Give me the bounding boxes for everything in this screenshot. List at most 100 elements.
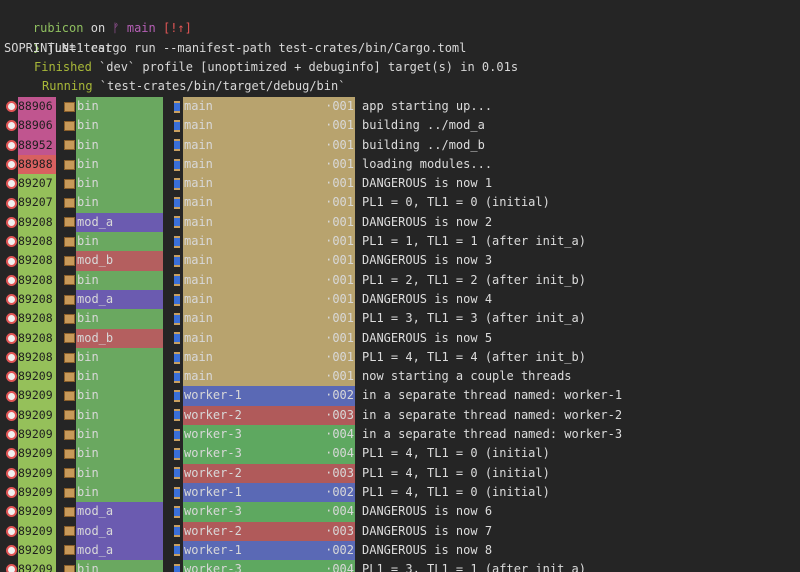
cargo-finished-line: Finished `dev` profile [unoptimized + de… xyxy=(34,58,518,77)
timestamp: 89209 xyxy=(18,560,56,572)
alarm-clock-icon xyxy=(4,97,18,116)
log-row: 89209 bin worker-3·004 PL1 = 3, TL1 = 1 (af… xyxy=(0,560,800,572)
sequence-number: ·002 xyxy=(325,542,354,557)
spool-icon xyxy=(170,464,183,483)
timestamp: 89209 xyxy=(18,463,56,483)
timestamp: 89209 xyxy=(18,502,56,522)
crate-name: mod_a xyxy=(76,521,163,541)
log-row: 89209 bin worker-1·002 in a separate thread… xyxy=(0,386,800,406)
running-text: `test-crates/bin/target/debug/bin` xyxy=(92,79,346,93)
timestamp: 89209 xyxy=(18,540,56,561)
log-message: DANGEROUS is now 6 xyxy=(362,504,493,519)
timestamp: 89208 xyxy=(18,270,56,290)
alarm-clock-icon xyxy=(4,386,18,405)
crate-name: bin xyxy=(76,154,163,175)
sequence-number: ·001 xyxy=(325,137,354,152)
package-icon xyxy=(62,97,76,116)
log-message: PL1 = 1, TL1 = 1 (after init_a) xyxy=(362,234,586,249)
spool-icon xyxy=(170,155,183,174)
sequence-number: ·004 xyxy=(325,504,354,519)
crate-name: bin xyxy=(76,386,163,406)
timestamp: 89208 xyxy=(18,309,56,329)
timestamp: 89209 xyxy=(18,367,56,387)
package-icon xyxy=(62,136,76,155)
log-row: 88906 bin main ·001 building ../mod_a xyxy=(0,116,800,136)
timestamp: 89208 xyxy=(18,289,56,310)
crate-name: bin xyxy=(76,405,163,426)
spool-icon xyxy=(170,271,183,290)
log-message: PL1 = 3, TL1 = 1 (after init_a) xyxy=(362,562,586,572)
crate-name: bin xyxy=(76,232,163,252)
sequence-number: ·001 xyxy=(325,291,354,306)
spool-icon xyxy=(170,232,183,251)
log-message: DANGEROUS is now 5 xyxy=(362,330,493,345)
package-icon xyxy=(62,290,76,309)
sequence-number: ·001 xyxy=(325,214,354,229)
package-icon xyxy=(62,406,76,425)
sequence-number: ·003 xyxy=(325,465,354,480)
spool-icon xyxy=(170,309,183,328)
alarm-clock-icon xyxy=(4,232,18,251)
alarm-clock-icon xyxy=(4,483,18,502)
timestamp: 89207 xyxy=(18,193,56,213)
log-row: 89208 mod_b main ·001 DANGEROUS is now 5 xyxy=(0,328,800,348)
cargo-command-line: SOPRINTLN=1 cargo run --manifest-path te… xyxy=(4,41,467,55)
crate-name: bin xyxy=(76,444,163,464)
log-row: 89209 mod_a worker-2·003 DANGEROUS is now 7 xyxy=(0,521,800,541)
spool-icon xyxy=(170,541,183,560)
package-icon xyxy=(62,464,76,483)
alarm-clock-icon xyxy=(4,155,18,174)
alarm-clock-icon xyxy=(4,271,18,290)
log-message: building ../mod_b xyxy=(362,137,485,152)
alarm-clock-icon xyxy=(4,464,18,483)
sequence-number: ·003 xyxy=(325,407,354,422)
package-icon xyxy=(62,522,76,541)
terminal-window[interactable]: rubicon on ᚠ main [!↑] ❯ just test SOPRI… xyxy=(0,0,800,572)
sequence-number: ·001 xyxy=(325,99,354,113)
log-row: 89207 bin main ·001 PL1 = 0, TL1 = 0 (initia… xyxy=(0,193,800,213)
sequence-number: ·004 xyxy=(325,562,354,572)
log-row: 89208 mod_b main ·001 DANGEROUS is now 3 xyxy=(0,251,800,271)
package-icon xyxy=(62,116,76,135)
log-output: 88906 bin main ·001 app starting up... 88906 b… xyxy=(0,97,800,572)
log-row: 88906 bin main ·001 app starting up... xyxy=(0,97,800,117)
alarm-clock-icon xyxy=(4,309,18,328)
package-icon xyxy=(62,213,76,232)
sequence-number: ·001 xyxy=(325,272,354,287)
sequence-number: ·001 xyxy=(325,330,354,345)
sequence-number: ·001 xyxy=(325,156,354,171)
package-icon xyxy=(62,155,76,174)
package-icon xyxy=(62,502,76,521)
crate-name: bin xyxy=(76,309,163,329)
package-icon xyxy=(62,560,76,572)
crate-name: bin xyxy=(76,135,163,155)
sequence-number: ·004 xyxy=(325,427,354,442)
timestamp: 88988 xyxy=(18,154,56,175)
timestamp: 89209 xyxy=(18,521,56,541)
crate-name: bin xyxy=(76,116,163,136)
log-message: DANGEROUS is now 2 xyxy=(362,214,493,229)
crate-name: bin xyxy=(76,347,163,368)
alarm-clock-icon xyxy=(4,406,18,425)
alarm-clock-icon xyxy=(4,329,18,348)
log-row: 88988 bin main ·001 loading modules... xyxy=(0,154,800,175)
command-line: ❯ just test xyxy=(4,20,113,55)
spool-icon xyxy=(170,116,183,135)
crate-name: bin xyxy=(76,560,163,572)
cargo-running-line: Running `test-crates/bin/target/debug/bi… xyxy=(42,77,345,96)
log-row: 89207 bin main ·001 DANGEROUS is now 1 xyxy=(0,174,800,194)
log-message: app starting up... xyxy=(362,99,493,113)
crate-name: mod_b xyxy=(76,251,163,271)
spool-icon xyxy=(170,348,183,367)
timestamp: 89209 xyxy=(18,386,56,406)
crate-name: bin xyxy=(76,425,163,445)
log-message: PL1 = 0, TL1 = 0 (initial) xyxy=(362,195,550,210)
log-row: 89209 mod_a worker-1·002 DANGEROUS is now 8 xyxy=(0,540,800,561)
sequence-number: ·001 xyxy=(325,311,354,326)
package-icon xyxy=(62,193,76,212)
crate-name: bin xyxy=(76,463,163,483)
git-status: [!↑] xyxy=(162,21,192,35)
spool-icon xyxy=(170,213,183,232)
crate-name: bin xyxy=(76,367,163,387)
crate-name: mod_a xyxy=(76,502,163,522)
